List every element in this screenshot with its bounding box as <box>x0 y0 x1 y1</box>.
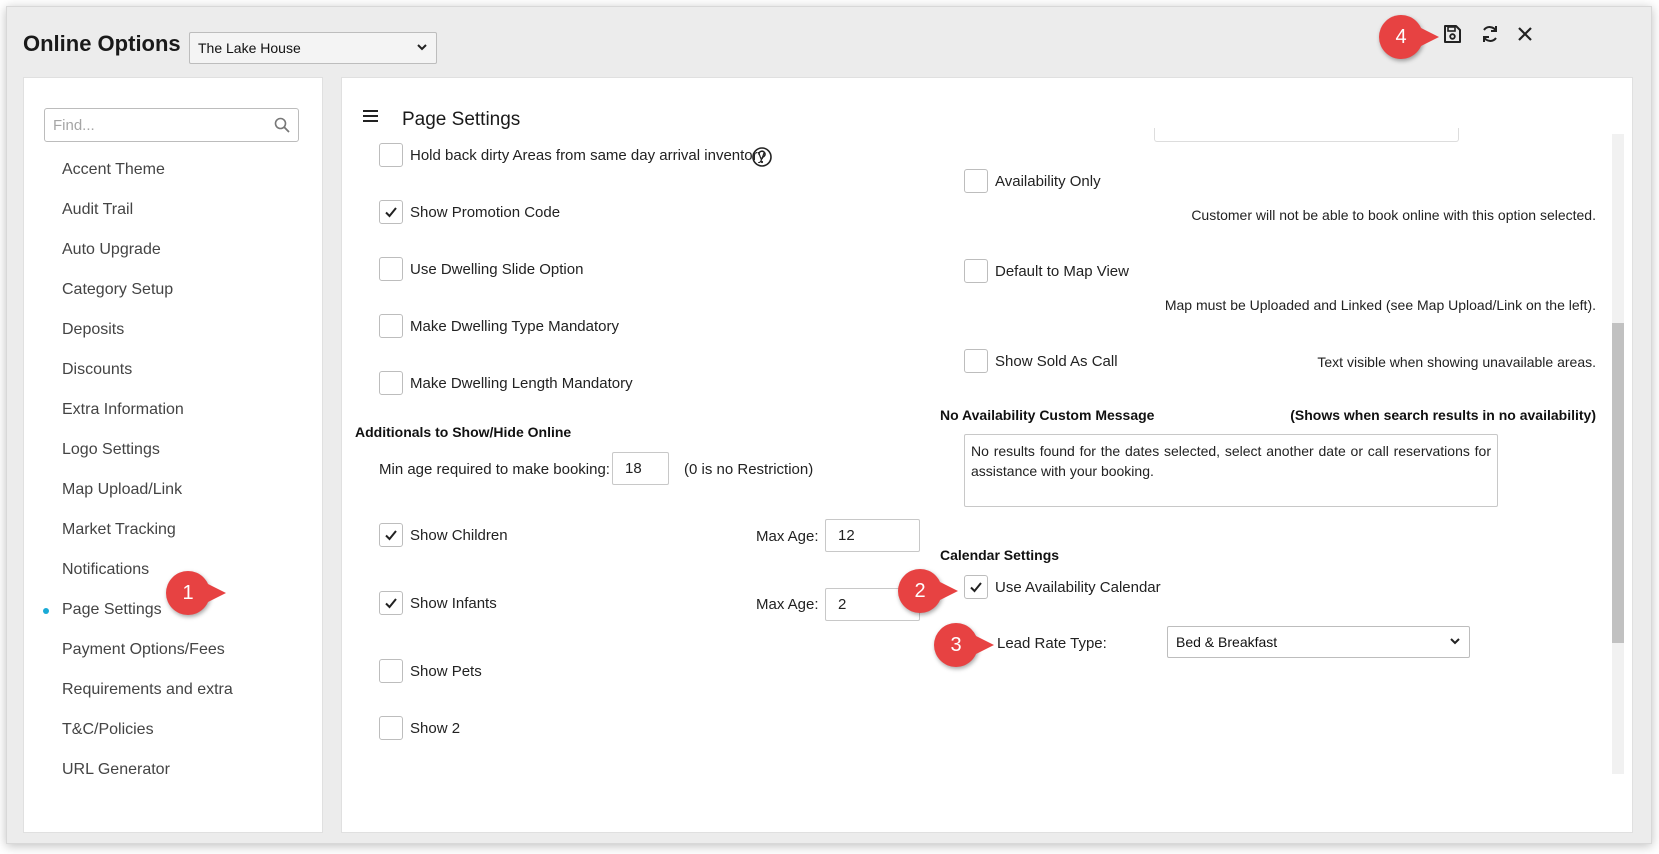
calendar-settings-heading: Calendar Settings <box>940 547 1060 563</box>
refresh-icon[interactable] <box>1477 21 1503 47</box>
min-age-label: Min age required to make booking: <box>379 461 610 478</box>
show-sold-as-call-checkbox[interactable] <box>964 349 988 373</box>
sidebar-item-market-tracking[interactable]: Market Tracking <box>24 510 322 550</box>
dwelling-type-mandatory-label: Make Dwelling Type Mandatory <box>410 318 619 335</box>
no-availability-hint: (Shows when search results in no availab… <box>1290 407 1596 423</box>
sidebar-item-logo-settings[interactable]: Logo Settings <box>24 430 322 470</box>
dwelling-length-mandatory-label: Make Dwelling Length Mandatory <box>410 375 633 392</box>
online-options-window: Online Options The Lake House 4 Accent T… <box>6 6 1652 844</box>
chevron-down-icon <box>416 41 428 56</box>
show-pets-label: Show Pets <box>410 663 482 680</box>
additionals-heading: Additionals to Show/Hide Online <box>355 424 572 440</box>
show-sold-as-call-label: Show Sold As Call <box>995 353 1118 370</box>
no-availability-heading: No Availability Custom Message <box>940 407 1155 423</box>
search-icon[interactable] <box>274 117 290 137</box>
sidebar-item-accent-theme[interactable]: Accent Theme <box>24 150 322 190</box>
scrollbar-thumb[interactable] <box>1612 323 1624 643</box>
show-infants-checkbox[interactable] <box>379 591 403 615</box>
children-max-age-input[interactable]: 12 <box>825 519 920 552</box>
lead-rate-type-label: Lead Rate Type: <box>997 635 1107 652</box>
save-icon[interactable] <box>1439 21 1465 47</box>
main-panel: Page Settings Hold back dirty Areas from… <box>341 77 1633 833</box>
checkmark-icon <box>970 582 982 593</box>
close-icon[interactable] <box>1512 21 1538 47</box>
hamburger-menu-icon[interactable] <box>362 108 380 128</box>
search-input[interactable] <box>51 110 261 140</box>
default-map-view-note: Map must be Uploaded and Linked (see Map… <box>1164 297 1596 313</box>
sidebar-item-map-upload-link[interactable]: Map Upload/Link <box>24 470 322 510</box>
sidebar-item-payment-options[interactable]: Payment Options/Fees <box>24 630 322 670</box>
callout-badge-3: 3 <box>934 623 994 667</box>
sidebar-item-extra-information[interactable]: Extra Information <box>24 390 322 430</box>
infants-max-age-label: Max Age: <box>756 596 819 613</box>
sidebar-item-deposits[interactable]: Deposits <box>24 310 322 350</box>
availability-only-checkbox[interactable] <box>964 169 988 193</box>
show-children-label: Show Children <box>410 527 508 544</box>
no-availability-message[interactable]: No results found for the dates selected,… <box>964 434 1498 507</box>
find-field[interactable] <box>44 108 299 142</box>
hold-back-dirty-checkbox[interactable] <box>379 143 403 167</box>
dwelling-length-mandatory-checkbox[interactable] <box>379 371 403 395</box>
property-select-value: The Lake House <box>198 40 301 56</box>
checkmark-icon <box>385 598 397 609</box>
page-title: Page Settings <box>402 109 521 130</box>
use-dwelling-slide-checkbox[interactable] <box>379 257 403 281</box>
callout-badge-4: 4 <box>1379 15 1439 59</box>
callout-badge-2: 2 <box>898 569 958 613</box>
availability-only-note: Customer will not be able to book online… <box>1191 207 1596 223</box>
lead-rate-type-select[interactable]: Bed & Breakfast <box>1167 626 1470 658</box>
show-pets-checkbox[interactable] <box>379 659 403 683</box>
sidebar-nav: Accent Theme Audit Trail Auto Upgrade Ca… <box>24 150 322 790</box>
sidebar-item-category-setup[interactable]: Category Setup <box>24 270 322 310</box>
chevron-down-icon <box>1449 635 1461 650</box>
min-age-note: (0 is no Restriction) <box>684 461 814 478</box>
hold-back-dirty-label: Hold back dirty Areas from same day arri… <box>410 147 766 164</box>
window-title: Online Options <box>23 31 181 56</box>
sidebar-item-auto-upgrade[interactable]: Auto Upgrade <box>24 230 322 270</box>
property-select[interactable]: The Lake House <box>189 32 437 64</box>
min-age-input[interactable]: 18 <box>612 452 669 485</box>
default-map-view-checkbox[interactable] <box>964 259 988 283</box>
sidebar-item-discounts[interactable]: Discounts <box>24 350 322 390</box>
use-dwelling-slide-label: Use Dwelling Slide Option <box>410 261 584 278</box>
sidebar-item-url-generator[interactable]: URL Generator <box>24 750 322 790</box>
sidebar-item-tc-policies[interactable]: T&C/Policies <box>24 710 322 750</box>
show-sold-as-call-note: Text visible when showing unavailable ar… <box>1317 354 1596 370</box>
callout-badge-1: 1 <box>166 571 226 615</box>
children-max-age-label: Max Age: <box>756 528 819 545</box>
show-promotion-code-checkbox[interactable] <box>379 200 403 224</box>
checkmark-icon <box>385 530 397 541</box>
help-icon[interactable] <box>751 146 773 172</box>
default-map-view-label: Default to Map View <box>995 263 1129 280</box>
partially-visible-input <box>1154 128 1459 142</box>
show-2-checkbox[interactable] <box>379 716 403 740</box>
use-availability-calendar-label: Use Availability Calendar <box>995 579 1161 596</box>
lead-rate-type-value: Bed & Breakfast <box>1176 634 1278 650</box>
show-promotion-code-label: Show Promotion Code <box>410 204 561 221</box>
sidebar: Accent Theme Audit Trail Auto Upgrade Ca… <box>23 77 323 833</box>
show-children-checkbox[interactable] <box>379 523 403 547</box>
checkmark-icon <box>385 207 397 218</box>
dwelling-type-mandatory-checkbox[interactable] <box>379 314 403 338</box>
show-infants-label: Show Infants <box>410 595 497 612</box>
sidebar-item-audit-trail[interactable]: Audit Trail <box>24 190 322 230</box>
show-2-label: Show 2 <box>410 720 461 737</box>
availability-only-label: Availability Only <box>995 173 1101 190</box>
use-availability-calendar-checkbox[interactable] <box>964 575 988 599</box>
sidebar-item-requirements[interactable]: Requirements and extra <box>24 670 322 710</box>
